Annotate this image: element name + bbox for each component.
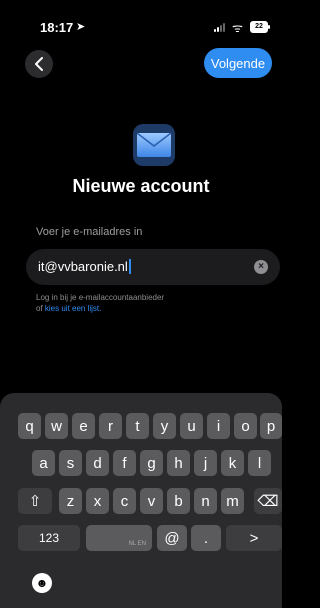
space-key[interactable]: NL EN	[86, 525, 152, 551]
battery-icon: 22	[250, 21, 270, 33]
dot-key[interactable]: .	[191, 525, 221, 551]
email-field-value[interactable]: it@vvbaronie.nl	[38, 259, 131, 274]
text-caret	[128, 259, 131, 274]
key-y[interactable]: y	[153, 413, 176, 439]
at-key[interactable]: @	[157, 525, 187, 551]
emoji-icon[interactable]: ☻	[32, 573, 52, 593]
key-b[interactable]: b	[167, 488, 190, 514]
key-t[interactable]: t	[126, 413, 149, 439]
choose-from-list-link[interactable]: kies uit een lijst.	[45, 304, 101, 313]
hint-text: Log in bij je e-mailaccountaanbieder of …	[36, 292, 164, 314]
key-g[interactable]: g	[140, 450, 163, 476]
key-l[interactable]: l	[248, 450, 271, 476]
key-j[interactable]: j	[194, 450, 217, 476]
wifi-icon: ᯤ	[232, 21, 243, 35]
key-c[interactable]: c	[113, 488, 136, 514]
key-q[interactable]: q	[18, 413, 41, 439]
return-key[interactable]: >	[226, 525, 282, 551]
key-s[interactable]: s	[59, 450, 82, 476]
email-field[interactable]: it@vvbaronie.nl ×	[26, 249, 280, 285]
key-f[interactable]: f	[113, 450, 136, 476]
key-o[interactable]: o	[234, 413, 257, 439]
hint-line-2: of kies uit een lijst.	[36, 304, 102, 313]
back-button[interactable]	[25, 50, 53, 78]
key-z[interactable]: z	[59, 488, 82, 514]
chevron-left-icon	[35, 57, 43, 71]
email-field-label: Voer je e-mailadres in	[36, 226, 143, 238]
key-k[interactable]: k	[221, 450, 244, 476]
key-w[interactable]: w	[45, 413, 68, 439]
key-u[interactable]: u	[180, 413, 203, 439]
key-x[interactable]: x	[86, 488, 109, 514]
status-bar: 18:17 ➤ ᯤ 22	[0, 0, 282, 40]
delete-key[interactable]: ⌫	[254, 488, 282, 514]
key-p[interactable]: p	[260, 413, 282, 439]
next-button[interactable]: Volgende	[204, 48, 272, 78]
key-e[interactable]: e	[72, 413, 95, 439]
key-h[interactable]: h	[167, 450, 190, 476]
key-a[interactable]: a	[32, 450, 55, 476]
page-title: Nieuwe account	[72, 176, 210, 196]
cellular-signal-icon	[214, 22, 228, 32]
key-v[interactable]: v	[140, 488, 163, 514]
shift-key[interactable]: ⇧	[18, 488, 52, 514]
location-arrow-icon: ➤	[76, 21, 86, 33]
key-r[interactable]: r	[99, 413, 122, 439]
key-d[interactable]: d	[86, 450, 109, 476]
mail-app-icon	[133, 124, 175, 166]
status-time: 18:17	[40, 20, 74, 35]
hint-line-1: Log in bij je e-mailaccountaanbieder	[36, 293, 165, 302]
numbers-key[interactable]: 123	[18, 525, 80, 551]
key-i[interactable]: i	[207, 413, 230, 439]
key-n[interactable]: n	[194, 488, 217, 514]
clear-icon[interactable]: ×	[254, 260, 268, 274]
key-m[interactable]: m	[221, 488, 244, 514]
